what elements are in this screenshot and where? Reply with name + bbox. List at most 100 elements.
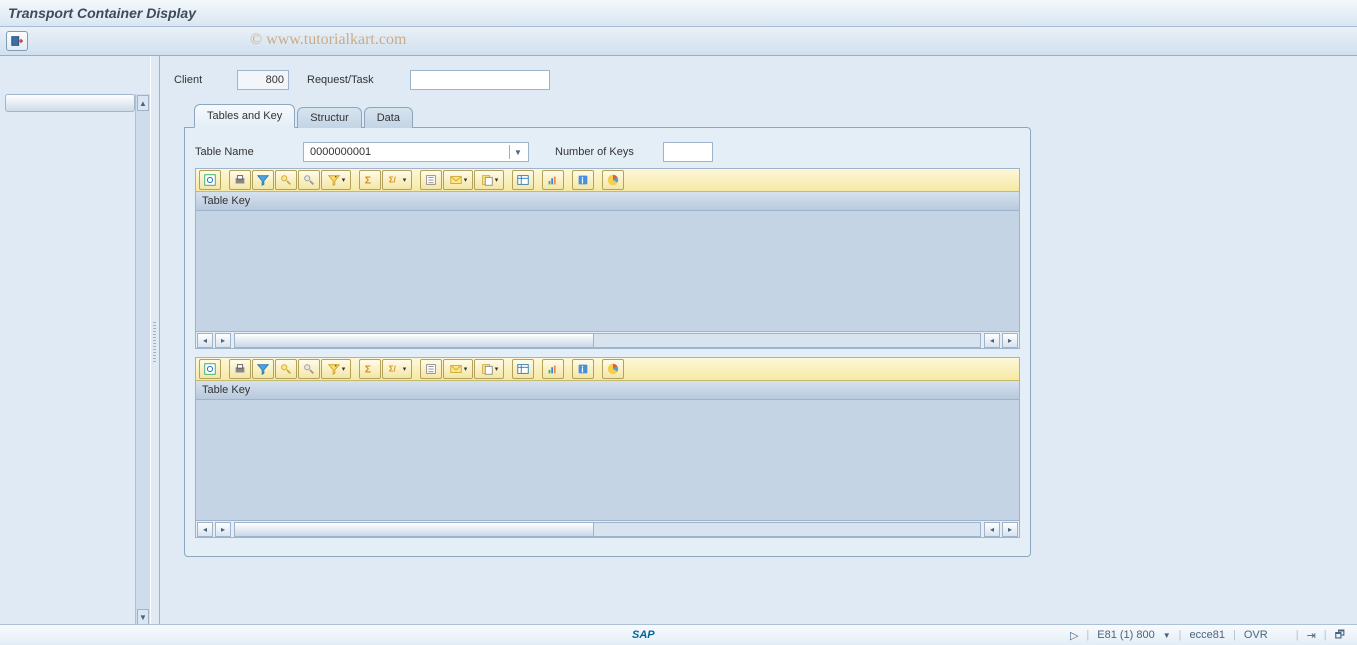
find-button[interactable]	[275, 170, 297, 190]
chevron-down-icon: ▾	[464, 177, 468, 184]
set-filter-button[interactable]: •▾	[321, 359, 351, 379]
scroll-first-icon[interactable]: ◂	[197, 333, 213, 348]
alv-grid-body[interactable]	[196, 400, 1019, 520]
details-icon	[203, 362, 217, 376]
find-button[interactable]	[275, 359, 297, 379]
status-system[interactable]: E81 (1) 800	[1097, 629, 1154, 641]
chevron-down-icon[interactable]: ▼	[1163, 631, 1171, 640]
svg-text:•: •	[335, 363, 337, 369]
set-filter-button[interactable]: •▾	[321, 170, 351, 190]
export-button[interactable]	[420, 359, 442, 379]
export-button[interactable]	[420, 170, 442, 190]
scroll-up-icon[interactable]: ▲	[137, 95, 149, 111]
details-button[interactable]	[199, 359, 221, 379]
tab-data[interactable]: Data	[364, 107, 413, 128]
info-button[interactable]: i	[572, 359, 594, 379]
exit-button[interactable]	[6, 31, 28, 51]
details-button[interactable]	[199, 170, 221, 190]
find-icon	[279, 173, 293, 187]
svg-text:Σ: Σ	[365, 175, 371, 187]
alv-column-header[interactable]: Table Key	[196, 192, 1019, 211]
graphic-button[interactable]	[542, 359, 564, 379]
watermark: © www.tutorialkart.com	[250, 31, 406, 49]
tab-panel-tables-and-key: Table Name 0000000001 ▼ Number of Keys •…	[184, 127, 1031, 557]
layout-button[interactable]	[512, 170, 534, 190]
find-next-icon	[302, 362, 316, 376]
info-button[interactable]: i	[572, 170, 594, 190]
layout-toggle-icon[interactable]: ⇥	[1307, 629, 1316, 642]
num-keys-label: Number of Keys	[555, 146, 655, 158]
chevron-down-icon: ▾	[403, 177, 407, 184]
chart-button[interactable]	[602, 170, 624, 190]
left-tree-header[interactable]	[5, 94, 135, 112]
filter-button[interactable]	[252, 359, 274, 379]
sum-icon: Σ	[363, 362, 377, 376]
send-button[interactable]: ▾	[443, 170, 473, 190]
attach-icon	[480, 173, 494, 187]
vertical-splitter[interactable]	[150, 56, 160, 627]
layout-button[interactable]	[512, 359, 534, 379]
filter-icon	[256, 173, 270, 187]
find-icon	[279, 362, 293, 376]
scroll-right-icon[interactable]: ◂	[984, 333, 1000, 348]
scroll-thumb[interactable]	[235, 334, 594, 347]
scroll-down-icon[interactable]: ▼	[137, 609, 149, 625]
header-form-row: Client Request/Task	[174, 70, 1347, 90]
send-button[interactable]: ▾	[443, 359, 473, 379]
alv-column-header[interactable]: Table Key	[196, 381, 1019, 400]
table-name-combo[interactable]: 0000000001 ▼	[303, 142, 529, 162]
scroll-thumb[interactable]	[235, 523, 594, 536]
graphic-button[interactable]	[542, 170, 564, 190]
tab-label: Tables and Key	[207, 110, 282, 122]
alv-grid-body[interactable]	[196, 211, 1019, 331]
chart-icon	[606, 362, 620, 376]
request-field[interactable]	[410, 70, 550, 90]
left-scrollbar[interactable]: ▲ ▼	[135, 94, 150, 627]
layout-icon	[516, 173, 530, 187]
print-icon	[233, 173, 247, 187]
table-name-value: 0000000001	[310, 146, 371, 158]
send-icon	[449, 173, 463, 187]
scroll-track[interactable]	[234, 333, 981, 348]
find-next-button[interactable]	[298, 170, 320, 190]
tab-label: Structur	[310, 112, 349, 124]
filter-button[interactable]	[252, 170, 274, 190]
alv-h-scrollbar[interactable]: ◂ ▸ ◂ ▸	[196, 331, 1019, 348]
status-play-icon[interactable]: ▷	[1070, 629, 1078, 642]
attach-button[interactable]: ▾	[474, 359, 504, 379]
scroll-track[interactable]	[234, 522, 981, 537]
print-button[interactable]	[229, 170, 251, 190]
svg-text:Σ/: Σ/	[389, 176, 397, 185]
window-icon[interactable]: 🗗	[1335, 626, 1345, 645]
tab-tables-and-key[interactable]: Tables and Key	[194, 104, 295, 128]
separator: |	[1324, 629, 1327, 641]
sum-button[interactable]: Σ	[359, 359, 381, 379]
scroll-left-icon[interactable]: ▸	[215, 333, 231, 348]
chart-button[interactable]	[602, 359, 624, 379]
subtotal-icon: Σ/	[388, 362, 402, 376]
tab-strip: Tables and Key Structur Data	[194, 106, 1347, 128]
status-bar: SAP ▷ | E81 (1) 800 ▼ | ecce81 | OVR | ⇥…	[0, 624, 1357, 645]
client-field	[237, 70, 289, 90]
scroll-right-icon[interactable]: ◂	[984, 522, 1000, 537]
tab-structur[interactable]: Structur	[297, 107, 362, 128]
subtotal-button[interactable]: Σ/ ▾	[382, 170, 412, 190]
status-mode: OVR	[1244, 629, 1268, 641]
scroll-last-icon[interactable]: ▸	[1002, 333, 1018, 348]
subtotal-button[interactable]: Σ/▾	[382, 359, 412, 379]
export-icon	[424, 362, 438, 376]
alv-h-scrollbar[interactable]: ◂ ▸ ◂ ▸	[196, 520, 1019, 537]
find-next-button[interactable]	[298, 359, 320, 379]
title-bar: Transport Container Display	[0, 0, 1357, 27]
attach-button[interactable]: ▾	[474, 170, 504, 190]
app-toolbar: © www.tutorialkart.com	[0, 27, 1357, 56]
scroll-left-icon[interactable]: ▸	[215, 522, 231, 537]
sum-button[interactable]: Σ	[359, 170, 381, 190]
scroll-last-icon[interactable]: ▸	[1002, 522, 1018, 537]
status-server: ecce81	[1190, 629, 1225, 641]
find-next-icon	[302, 173, 316, 187]
details-icon	[203, 173, 217, 187]
num-keys-field[interactable]	[663, 142, 713, 162]
print-button[interactable]	[229, 359, 251, 379]
scroll-first-icon[interactable]: ◂	[197, 522, 213, 537]
